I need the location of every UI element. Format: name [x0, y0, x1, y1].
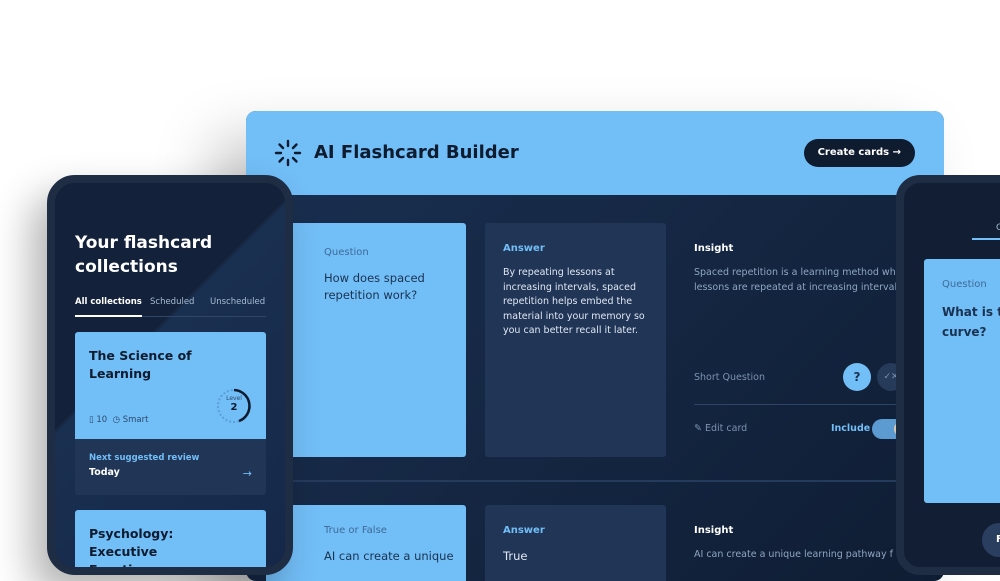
collection-meta: ▯ 10 ◷ Smart	[89, 415, 148, 425]
level-ring: Level 2	[215, 387, 253, 425]
page-title: Your flashcard collections	[75, 233, 213, 277]
answer-text: True	[503, 549, 528, 563]
flashcard-builder-window: AI Flashcard Builder Create cards → Ques…	[246, 111, 944, 581]
answer-label: Answer	[503, 525, 545, 536]
question-card[interactable]: Question How does spaced repetition work…	[266, 223, 466, 457]
clock-icon: ◷	[112, 415, 121, 425]
level-value: 2	[230, 402, 238, 413]
tab-underline	[972, 238, 1000, 240]
tab-scheduled[interactable]: Scheduled	[150, 297, 194, 307]
card-count: 10	[96, 415, 108, 425]
cards-icon: ▯	[89, 415, 94, 425]
edit-label: Edit card	[704, 423, 748, 434]
mode: Smart	[122, 415, 149, 425]
answer-card[interactable]: Answer True	[485, 505, 666, 581]
tab-unscheduled[interactable]: Unscheduled	[210, 297, 265, 307]
collection-card[interactable]: The Science of Learning ▯ 10 ◷ Smart Lev…	[75, 332, 266, 439]
spinner-logo-icon	[274, 139, 302, 167]
collection-tabs: All collections Scheduled Unscheduled	[75, 297, 266, 317]
answer-label: Answer	[503, 243, 545, 254]
answer-card[interactable]: Answer By repeating lessons at increasin…	[485, 223, 666, 457]
question-label: Question	[324, 247, 369, 258]
question-text-line2: curve?	[942, 325, 987, 339]
answer-text: By repeating lessons at increasing inter…	[503, 267, 645, 336]
next-review[interactable]: Next suggested review Today →	[75, 439, 266, 495]
collection-title: The Science of Learning	[89, 348, 192, 381]
next-review-value: Today	[89, 467, 120, 478]
include-label: Include	[831, 423, 871, 434]
phone-collections: Your flashcard collections All collectio…	[47, 175, 293, 575]
collection-card[interactable]: Psychology: Executive Function	[75, 510, 266, 575]
app-title: AI Flashcard Builder	[314, 142, 519, 163]
card-type-label: Short Question	[694, 372, 766, 383]
question-text: How does spaced repetition work?	[324, 271, 425, 302]
create-cards-button[interactable]: Create cards →	[803, 139, 915, 167]
edit-card-button[interactable]: ✎ Edit card	[694, 423, 747, 434]
question-text: What is t	[942, 305, 1000, 319]
collection-title: Psychology: Executive Function	[89, 526, 174, 575]
question-label: Question	[942, 279, 987, 290]
arrow-right-icon[interactable]: →	[243, 467, 252, 480]
question-card[interactable]: True or False AI can create a unique	[266, 505, 466, 581]
header: AI Flashcard Builder Create cards →	[246, 111, 944, 195]
short-question-button[interactable]: ?	[843, 363, 871, 391]
tab-all-collections[interactable]: All collections	[75, 297, 142, 317]
pencil-icon: ✎	[694, 423, 705, 434]
next-review-label: Next suggested review	[89, 453, 200, 463]
level-label: Level	[226, 395, 242, 402]
question-text: AI can create a unique	[324, 549, 454, 563]
action-button[interactable]: F	[982, 523, 1000, 557]
divider	[246, 480, 944, 482]
phone-study: C Question What is t curve? F	[896, 175, 1000, 575]
question-card[interactable]: Question What is t curve?	[924, 259, 1000, 503]
question-label: True or False	[324, 525, 387, 536]
tab[interactable]: C	[996, 223, 1000, 233]
